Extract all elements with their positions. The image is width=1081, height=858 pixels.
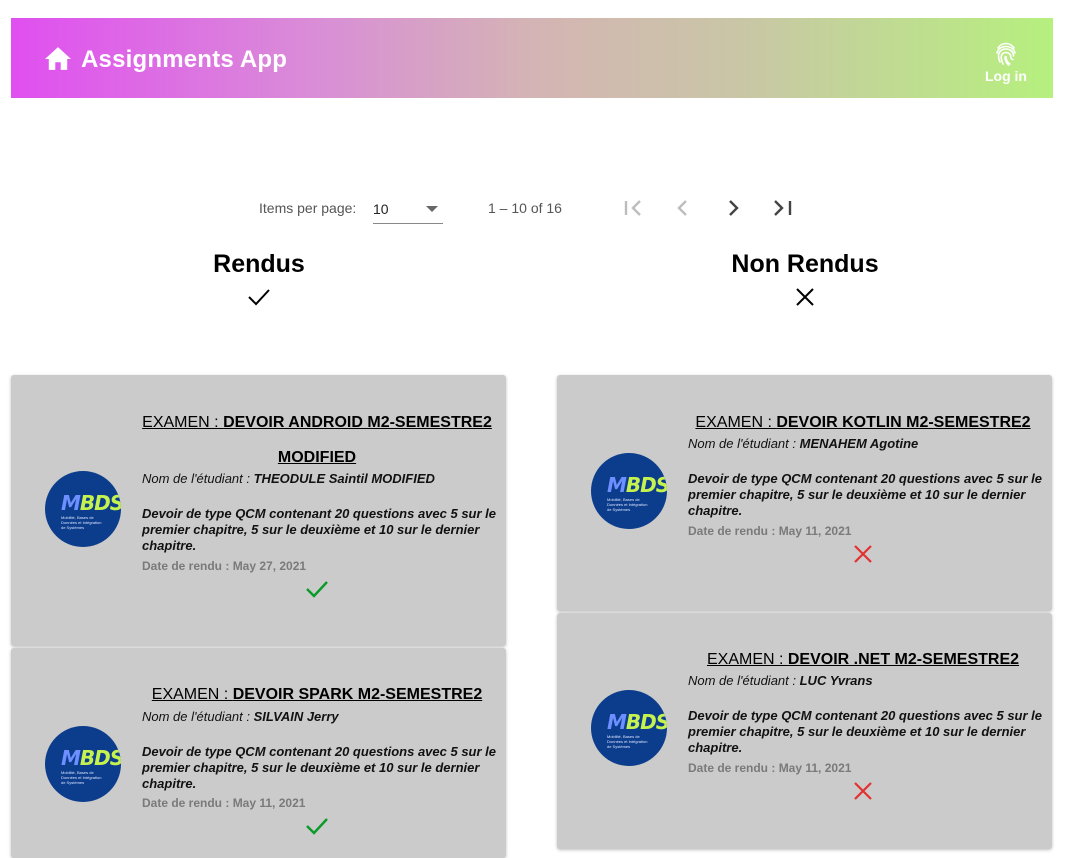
check-icon — [306, 581, 328, 598]
mbds-logo: MBDS — [61, 491, 121, 515]
last-page-button[interactable] — [769, 194, 797, 222]
close-icon — [854, 782, 872, 800]
check-icon — [248, 289, 270, 306]
assignment-title[interactable]: EXAMEN : DEVOIR KOTLIN M2-SEMESTRE2 — [677, 405, 1049, 440]
avatar: MBDS Mobilité, Bases de Données et Intég… — [591, 453, 667, 529]
assignment-description: Devoir de type QCM contenant 20 question… — [688, 471, 1042, 518]
mbds-logo: MBDS — [607, 473, 667, 497]
logo-caption: Mobilité, Bases de Données et Intégratio… — [61, 770, 102, 785]
chevron-left-icon — [677, 200, 687, 216]
avatar: MBDS Mobilité, Bases de Données et Intég… — [45, 471, 121, 547]
student-name: Nom de l'étudiant : LUC Yvrans — [688, 673, 873, 688]
login-button[interactable]: Log in — [981, 41, 1031, 91]
due-date: Date de rendu : May 11, 2021 — [142, 796, 306, 810]
logo-caption: Mobilité, Bases de Données et Intégratio… — [607, 734, 648, 749]
non-rendus-title: Non Rendus — [731, 250, 879, 278]
assignment-description: Devoir de type QCM contenant 20 question… — [142, 506, 496, 553]
student-name: Nom de l'étudiant : SILVAIN Jerry — [142, 709, 339, 724]
avatar: MBDS Mobilité, Bases de Données et Intég… — [45, 726, 121, 802]
fingerprint-icon — [996, 42, 1016, 66]
paginator: Items per page: 10 1 – 10 of 16 — [0, 190, 1081, 226]
next-page-button[interactable] — [719, 194, 747, 222]
assignment-card[interactable]: MBDS Mobilité, Bases de Données et Intég… — [11, 375, 506, 646]
assignment-title[interactable]: EXAMEN : DEVOIR .NET M2-SEMESTRE2 — [677, 642, 1049, 677]
app-toolbar: Assignments App Log in — [11, 18, 1053, 98]
page-size-value: 10 — [373, 201, 389, 217]
logo-caption: Mobilité, Bases de Données et Intégratio… — [61, 515, 102, 530]
student-name: Nom de l'étudiant : THEODULE Saintil MOD… — [142, 471, 435, 486]
items-per-page-label: Items per page: — [259, 200, 357, 216]
check-icon — [306, 818, 328, 835]
non-rendus-heading: Non Rendus — [705, 250, 905, 307]
close-icon — [854, 545, 872, 563]
previous-page-button[interactable] — [669, 194, 697, 222]
close-icon — [796, 288, 814, 306]
rendus-heading: Rendus — [159, 250, 359, 307]
app-title[interactable]: Assignments App — [81, 46, 287, 74]
assignment-title[interactable]: EXAMEN : DEVOIR SPARK M2-SEMESTRE2 — [131, 677, 503, 712]
due-date: Date de rendu : May 11, 2021 — [688, 761, 852, 775]
first-page-button[interactable] — [619, 194, 647, 222]
chevron-right-icon — [729, 200, 739, 216]
mbds-logo: MBDS — [607, 710, 667, 734]
home-icon[interactable] — [45, 47, 71, 71]
assignment-card[interactable]: MBDS Mobilité, Bases de Données et Intég… — [11, 648, 506, 858]
avatar: MBDS Mobilité, Bases de Données et Intég… — [591, 690, 667, 766]
login-label: Log in — [985, 68, 1027, 84]
due-date: Date de rendu : May 11, 2021 — [688, 524, 852, 538]
student-name: Nom de l'étudiant : MENAHEM Agotine — [688, 436, 919, 451]
assignment-description: Devoir de type QCM contenant 20 question… — [688, 708, 1042, 755]
assignment-description: Devoir de type QCM contenant 20 question… — [142, 744, 496, 791]
assignment-card[interactable]: MBDS Mobilité, Bases de Données et Intég… — [557, 375, 1052, 611]
assignment-card[interactable]: MBDS Mobilité, Bases de Données et Intég… — [557, 613, 1052, 849]
due-date: Date de rendu : May 27, 2021 — [142, 559, 307, 573]
assignment-title[interactable]: EXAMEN : DEVOIR ANDROID M2-SEMESTRE2 MODI… — [131, 405, 503, 475]
page-range-label: 1 – 10 of 16 — [488, 200, 562, 216]
rendus-title: Rendus — [213, 250, 305, 278]
page-size-select[interactable]: 10 — [373, 192, 443, 224]
last-page-icon — [774, 200, 792, 216]
mbds-logo: MBDS — [61, 746, 121, 770]
dropdown-arrow-icon — [426, 206, 438, 212]
logo-caption: Mobilité, Bases de Données et Intégratio… — [607, 497, 648, 512]
first-page-icon — [624, 200, 641, 216]
